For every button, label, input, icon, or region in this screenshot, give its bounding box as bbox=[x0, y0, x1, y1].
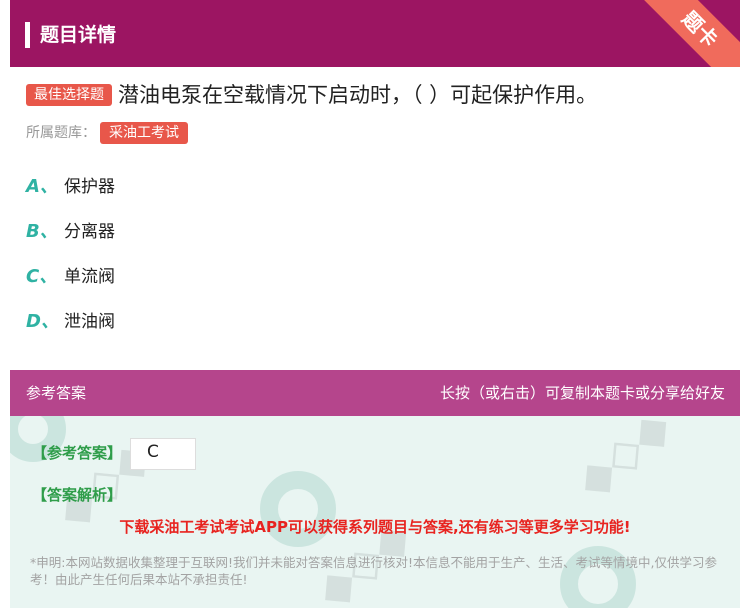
app-download-promo[interactable]: 下载采油工考试考试APP可以获得系列题目与答案,还有练习等更多学习功能! bbox=[10, 516, 740, 537]
reference-answer-value: C bbox=[147, 442, 159, 462]
page-title: 题目详情 bbox=[40, 24, 117, 46]
option-a[interactable]: A、 保护器 bbox=[26, 174, 115, 200]
option-letter: D、 bbox=[26, 311, 59, 332]
reference-answer-image: C bbox=[130, 438, 196, 470]
page-header: 题目详情 题卡 bbox=[10, 0, 740, 67]
option-text: 分离器 bbox=[64, 222, 115, 242]
answer-analysis-label: 【答案解析】 bbox=[32, 486, 123, 504]
question-bank-label: 所属题库： bbox=[26, 125, 96, 141]
option-b[interactable]: B、 分离器 bbox=[26, 219, 115, 245]
disclaimer-text: *申明:本网站数据收集整理于互联网!我们并未能对答案信息进行核对!本信息不能用于… bbox=[30, 555, 717, 587]
question-stem: 最佳选择题 潜油电泵在空载情况下启动时，（ ）可起保护作用。 bbox=[26, 80, 726, 110]
question-type-badge: 最佳选择题 bbox=[26, 84, 112, 106]
watermark-graphic: ◆◇◆ bbox=[565, 416, 682, 508]
option-text: 单流阀 bbox=[64, 267, 115, 287]
option-text: 泄油阀 bbox=[64, 312, 115, 332]
reference-answer-label: 【参考答案】 bbox=[32, 444, 123, 462]
option-d[interactable]: D、 泄油阀 bbox=[26, 309, 115, 335]
question-text: 潜油电泵在空载情况下启动时，（ ）可起保护作用。 bbox=[118, 83, 598, 107]
option-letter: C、 bbox=[26, 266, 58, 287]
question-bank-line: 所属题库： 采油工考试 bbox=[26, 121, 188, 145]
answer-section-header: 参考答案 长按（或右击）可复制本题卡或分享给好友 bbox=[10, 370, 740, 416]
answer-section-title: 参考答案 bbox=[26, 384, 87, 402]
option-text: 保护器 bbox=[64, 177, 115, 197]
share-hint[interactable]: 长按（或右击）可复制本题卡或分享给好友 bbox=[440, 382, 725, 403]
header-accent-bar bbox=[25, 22, 30, 48]
option-c[interactable]: C、 单流阀 bbox=[26, 264, 115, 290]
option-letter: B、 bbox=[26, 221, 58, 242]
option-letter: A、 bbox=[26, 176, 58, 197]
question-card-ribbon[interactable]: 题卡 bbox=[615, 0, 740, 67]
question-bank-link[interactable]: 采油工考试 bbox=[100, 122, 188, 144]
answer-panel: ◆◇◆ ◆◇◆ ◆◇◆ 【参考答案】 C 【答案解析】 下载采油工考试考试APP… bbox=[10, 416, 740, 608]
